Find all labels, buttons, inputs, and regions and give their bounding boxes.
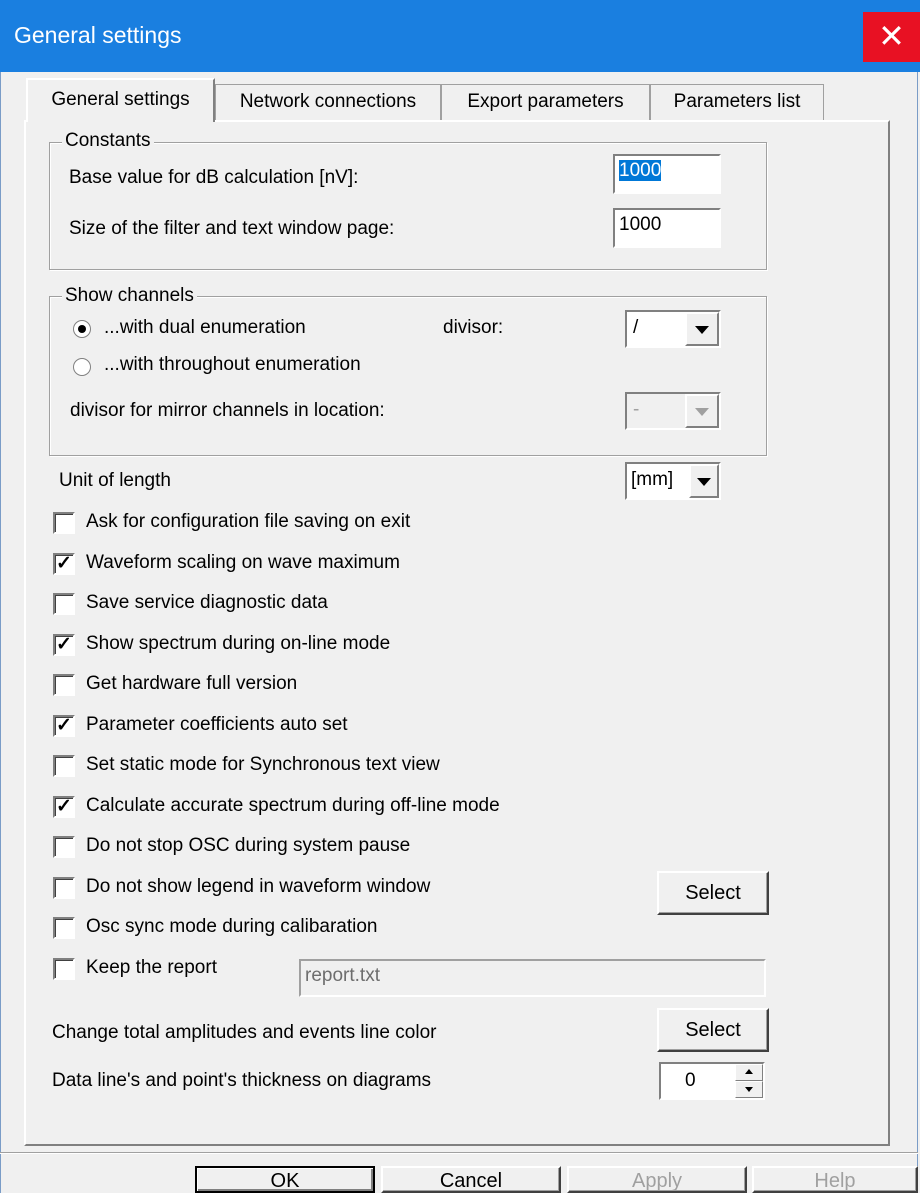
checkbox-6[interactable] (53, 755, 75, 777)
help-button: Help (752, 1166, 918, 1193)
close-icon: ✕ (878, 18, 905, 54)
tab-parameters-list[interactable]: Parameters list (650, 84, 824, 120)
close-button[interactable]: ✕ (863, 12, 920, 62)
chevron-down-icon (695, 408, 709, 416)
checkbox-2[interactable] (53, 593, 75, 615)
report-file-input: report.txt (299, 959, 766, 997)
checkbox-0[interactable] (53, 512, 75, 534)
checkbox-9[interactable] (53, 877, 75, 899)
check-icon: ✓ (56, 715, 72, 736)
cancel-button[interactable]: Cancel (381, 1166, 561, 1193)
checkbox-4[interactable] (53, 674, 75, 696)
check-icon: ✓ (56, 553, 72, 574)
unit-of-length-label: Unit of length (59, 470, 171, 491)
checkbox-label-8[interactable]: Do not stop OSC during system pause (86, 835, 410, 857)
db-base-value: 1000 (619, 160, 662, 181)
thickness-value: 0 (685, 1070, 696, 1091)
bottom-separator (0, 1152, 918, 1154)
line-color-select-button[interactable]: Select (657, 1008, 769, 1052)
divisor-value: / (633, 317, 639, 338)
thickness-spinner[interactable]: 0 (659, 1062, 765, 1100)
checkbox-label-9[interactable]: Do not show legend in waveform window (86, 876, 430, 898)
spin-up-button[interactable] (735, 1064, 763, 1081)
mirror-dropdown-button (685, 394, 719, 428)
thickness-label: Data line's and point's thickness on dia… (52, 1070, 432, 1091)
db-base-label: Base value for dB calculation [nV]: (69, 167, 359, 188)
unit-dropdown-button[interactable] (689, 464, 719, 498)
window-title: General settings (14, 22, 182, 48)
checkbox-5[interactable]: ✓ (53, 715, 75, 737)
checkbox-label-2[interactable]: Save service diagnostic data (86, 592, 328, 614)
radio-throughout-label[interactable]: ...with throughout enumeration (104, 354, 361, 376)
check-icon: ✓ (56, 796, 72, 817)
apply-button: Apply (567, 1166, 747, 1193)
divisor-select[interactable]: / (625, 310, 721, 348)
mirror-divisor-select: - (625, 392, 721, 430)
checkbox-label-4[interactable]: Get hardware full version (86, 673, 297, 695)
checkbox-label-1[interactable]: Waveform scaling on wave maximum (86, 552, 400, 574)
checkbox-label-5[interactable]: Parameter coefficients auto set (86, 714, 348, 736)
checkbox-11[interactable] (53, 958, 75, 980)
checkbox-label-6[interactable]: Set static mode for Synchronous text vie… (86, 754, 440, 776)
divisor-label: divisor: (443, 317, 504, 338)
show-channels-legend: Show channels (62, 285, 197, 307)
db-base-input[interactable]: 1000 (613, 154, 721, 194)
checkbox-label-11[interactable]: Keep the report (86, 957, 217, 979)
checkbox-8[interactable] (53, 836, 75, 858)
chevron-down-icon (697, 478, 711, 486)
mirror-divisor-value: - (633, 399, 640, 420)
spin-down-button[interactable] (735, 1081, 763, 1098)
legend-select-button[interactable]: Select (657, 871, 769, 915)
radio-selected-dot (78, 325, 86, 333)
constants-legend: Constants (62, 130, 154, 152)
checkbox-7[interactable]: ✓ (53, 796, 75, 818)
chevron-down-icon (695, 326, 709, 334)
checkbox-3[interactable]: ✓ (53, 634, 75, 656)
checkbox-label-10[interactable]: Osc sync mode during calibaration (86, 916, 377, 938)
line-color-label: Change total amplitudes and events line … (52, 1022, 437, 1043)
page-size-label: Size of the filter and text window page: (69, 218, 395, 239)
arrow-up-icon (745, 1069, 753, 1074)
radio-dual-label[interactable]: ...with dual enumeration (104, 317, 306, 339)
tab-network-connections[interactable]: Network connections (215, 84, 441, 120)
check-icon: ✓ (56, 634, 72, 655)
radio-throughout-enumeration[interactable] (73, 358, 91, 376)
divisor-dropdown-button[interactable] (685, 312, 719, 346)
checkbox-label-0[interactable]: Ask for configuration file saving on exi… (86, 511, 410, 533)
unit-value: [mm] (631, 469, 674, 490)
tab-export-parameters[interactable]: Export parameters (441, 84, 650, 120)
checkbox-10[interactable] (53, 917, 75, 939)
arrow-down-icon (745, 1087, 753, 1092)
checkbox-label-7[interactable]: Calculate accurate spectrum during off-l… (86, 795, 500, 817)
unit-of-length-select[interactable]: [mm] (625, 462, 721, 500)
checkbox-1[interactable]: ✓ (53, 553, 75, 575)
ok-button[interactable]: OK (195, 1166, 375, 1193)
mirror-divisor-label: divisor for mirror channels in location: (70, 400, 385, 421)
tab-general-settings[interactable]: General settings (26, 78, 215, 122)
radio-dual-enumeration[interactable] (73, 320, 91, 338)
page-size-input[interactable]: 1000 (613, 208, 721, 248)
checkbox-label-3[interactable]: Show spectrum during on-line mode (86, 633, 390, 655)
